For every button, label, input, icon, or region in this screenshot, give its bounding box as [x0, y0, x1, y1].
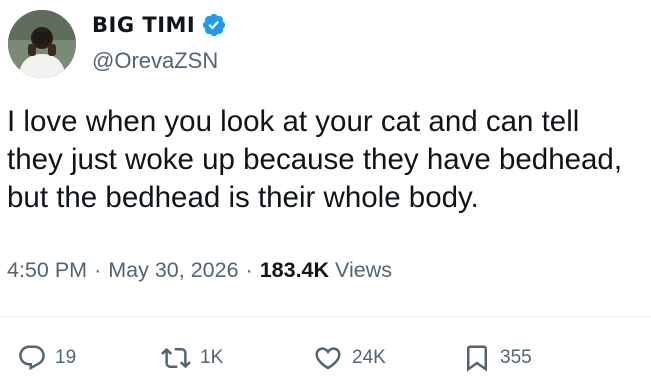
retweet-count: 1K [200, 347, 224, 368]
tweet-text: I love when you look at your cat and can… [7, 105, 623, 214]
bookmark-count: 355 [500, 347, 532, 368]
tweet-meta: 4:50 PM · May 30, 2026 · 183.4K Views [7, 258, 392, 283]
reply-count: 19 [55, 347, 77, 368]
reply-button[interactable]: 19 [17, 343, 76, 373]
views-count[interactable]: 183.4K [260, 258, 329, 283]
reply-icon [19, 345, 45, 371]
like-count: 24K [352, 347, 386, 368]
avatar-photo-icon [8, 10, 76, 78]
bookmark-button[interactable]: 355 [462, 343, 532, 373]
tweet-time[interactable]: 4:50 PM [7, 258, 87, 283]
tweet-date[interactable]: May 30, 2026 [108, 258, 238, 283]
retweet-icon [161, 347, 191, 369]
meta-separator: · [245, 258, 253, 282]
user-handle[interactable]: @OrevaZSN [92, 48, 227, 74]
meta-separator: · [94, 258, 102, 282]
like-button[interactable]: 24K [312, 343, 386, 373]
tweet-card: BIG TIMI @OrevaZSN I love when you look … [0, 0, 651, 387]
retweet-button[interactable]: 1K [160, 343, 223, 373]
author-info: BIG TIMI @OrevaZSN [92, 12, 227, 74]
views-label: Views [335, 258, 393, 282]
display-name[interactable]: BIG TIMI [92, 13, 195, 37]
name-row: BIG TIMI [92, 12, 227, 38]
heart-icon [315, 347, 341, 370]
action-bar: 19 1K 24K 355 [0, 343, 651, 379]
divider [0, 316, 651, 317]
bookmark-icon [467, 345, 487, 372]
avatar[interactable] [8, 10, 76, 78]
verified-badge-icon[interactable] [201, 12, 227, 38]
